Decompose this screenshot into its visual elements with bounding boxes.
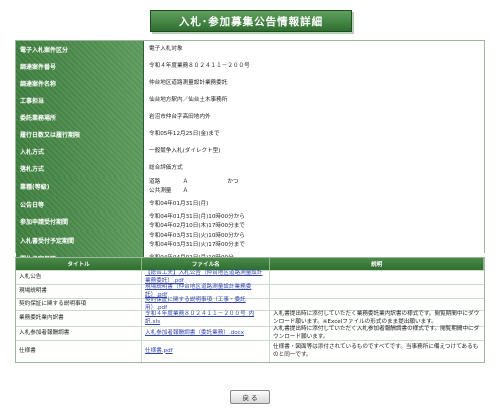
detail-row: 業種(等級) 道路 Ａ かつ 公共測量 Ａ [16,177,484,197]
detail-value-line: 岩沼市仲台字高田地内外 [149,114,211,121]
detail-row: 入札方式 一般競争入札(ダイレクト型) [16,143,484,161]
detail-value-line: 公共測量 Ａ [149,187,189,194]
document-title: 入札参加者報酬調書 [16,327,142,341]
detail-row: 履行日数又は履行期限 令和05年12月25日(金)まで [16,126,484,144]
detail-row: 調達案件名称 仲台地区道路測量設計業務委託 [16,75,484,93]
document-description [270,285,484,299]
detail-value-line: 総合評価方式 [149,165,183,172]
detail-value: 令和04年01月31日(月)10時00分から 令和04年02月10日(木)17時0… [144,212,484,231]
detail-row: 落札方式 総合評価方式 [16,160,484,178]
detail-row: 公告日等 令和04年01月31日(月) [16,196,484,213]
detail-label: 業種(等級) [16,177,144,196]
detail-label: 参加申請受付期間 [16,212,144,231]
detail-label: 調達案件名称 [16,75,144,92]
document-row: 入札公告 【総合工夫】入札公告（仲台地区道路測量設計業務委託）.pdf [16,270,484,285]
detail-row: 参加申請受付期間 令和04年01月31日(月)10時00分から 令和04年02月10… [16,212,484,232]
detail-label: 入札書受付予定期間 [16,231,144,250]
detail-value-line: 令和04年03月31日(火)17時00分まで [149,241,245,248]
document-file-cell: 入札参加者報酬調書（委託業務）.docx [142,327,270,341]
detail-label: 入札方式 [16,143,144,160]
detail-label: 工事担当 [16,92,144,109]
documents-header: タイトル ファイル名 説明 [16,258,484,270]
document-description: 入札書提出時に添付していただく業務委託業内訳書の様式です。閲覧期間中にダウンロー… [273,311,480,325]
document-file-link[interactable]: 入札参加者報酬調書（委託業務）.docx [145,330,244,338]
header-description: 説明 [270,258,484,270]
detail-label: 公告日等 [16,196,144,212]
detail-value-line: 令和04年01月31日(月) [149,200,209,207]
document-row: 業務委託業内訳書 令和４年度業務８０２４１１－２００号_内訳.xls 入札書提出時に… [16,310,484,327]
detail-label: 調達案件番号 [16,58,144,75]
document-title: 入札公告 [16,271,142,285]
document-row: 仕様書 仕様書.pdf 仕様書・図面等は添付されているものですべてです。当事務所に備… [16,340,484,362]
document-file-cell: 仕様書.pdf [142,341,270,362]
detail-value: 岩沼市仲台字高田地内外 [144,109,484,126]
detail-value-line: 仲台地区道路測量設計業務委託 [149,80,228,87]
detail-row: 委託業務場所 岩沼市仲台字高田地内外 [16,109,484,127]
documents-table: タイトル ファイル名 説明 入札公告 【総合工夫】入札公告（仲台地区道路測量設計業… [15,257,485,363]
detail-value: 仲台地区道路測量設計業務委託 [144,75,484,92]
detail-value-line: 令和04年02月10日(木)17時00分まで [149,222,245,229]
detail-value-line: 一般競争入札(ダイレクト型) [149,148,221,155]
document-file-cell: 【総合工夫】入札公告（仲台地区道路測量設計業務委託）.pdf [142,270,270,285]
detail-value-line: 令和４年度業務８０２４１１－２００号 [149,63,250,70]
detail-label: 履行日数又は履行期限 [16,126,144,143]
detail-value: 令和４年度業務８０２４１１－２００号 [144,58,484,75]
detail-label: 電子入札案件区分 [16,41,144,58]
detail-value-line: 令和04年01月31日(月)10時00分から [149,214,245,221]
document-title: 仕様書 [16,341,142,362]
detail-label: 落札方式 [16,160,144,177]
back-button[interactable]: 戻 る [230,390,270,404]
document-row: 入札参加者報酬調書 入札参加者報酬調書（委託業務）.docx 入札書提出時に添付して… [16,326,484,341]
detail-value: 令和04年03月31日(火)10時00分から 令和04年03月31日(火)17時0… [144,231,484,250]
document-file-link[interactable]: 令和４年度業務８０２４１１－２００号_内訳.xls [145,311,266,327]
detail-value: 令和05年12月25日(金)まで [144,126,484,143]
header-title: タイトル [16,258,143,270]
page-title: 入札･参加募集公告情報詳細 [150,10,352,32]
document-description: 入札書提出時に添付していただく入札参加者報酬調書の様式です。閲覧期間中にダウンロ… [273,326,480,340]
detail-value: 一般競争入札(ダイレクト型) [144,143,484,160]
document-description [270,271,484,285]
document-file-cell: 令和４年度業務８０２４１１－２００号_内訳.xls [142,311,270,327]
header-file: ファイル名 [142,258,271,270]
document-file-link[interactable]: 仕様書.pdf [145,348,173,356]
detail-value: 仙台地方駅内／仙台土木事務所 [144,92,484,109]
detail-row: 調達案件番号 令和４年度業務８０２４１１－２００号 [16,58,484,76]
detail-value: 総合評価方式 [144,160,484,177]
document-title: 業務委託業内訳書 [16,311,142,327]
detail-value: 令和04年01月31日(月) [144,196,484,212]
detail-value-line: 道路 Ａ かつ [149,179,239,186]
detail-row: 工事担当 仙台地方駅内／仙台土木事務所 [16,92,484,110]
document-description: 仕様書・図面等は添付されているものですべてです。当事務所に備えつけてあるものと同… [273,343,479,358]
details-table: 電子入札案件区分 電子入札対象 調達案件番号 令和４年度業務８０２４１１－２００号 調達… [15,40,485,268]
detail-value-line: 令和04年03月31日(火)10時00分から [149,233,245,240]
document-title: 現場説明書 [16,285,142,299]
detail-value-line: 令和05年12月25日(金)まで [149,131,220,138]
detail-value: 道路 Ａ かつ 公共測量 Ａ [144,177,484,196]
detail-value: 電子入札対象 [144,41,484,58]
detail-row: 入札書受付予定期間 令和04年03月31日(火)10時00分から 令和04年03月3… [16,231,484,251]
detail-row: 電子入札案件区分 電子入札対象 [16,41,484,59]
detail-value-line: 仙台地方駅内／仙台土木事務所 [149,97,228,104]
detail-value-line: 電子入札対象 [149,46,183,53]
detail-label: 委託業務場所 [16,109,144,126]
